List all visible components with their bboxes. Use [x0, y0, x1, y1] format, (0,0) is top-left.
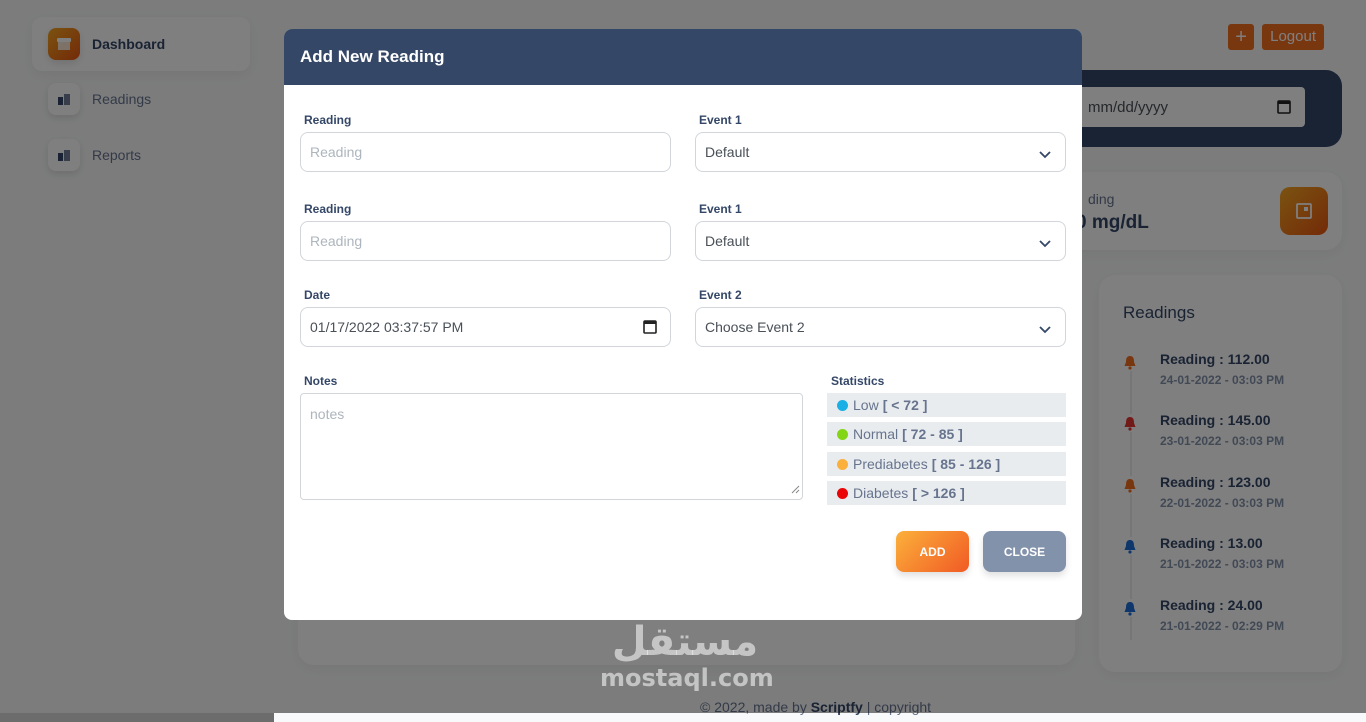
watermark-arabic: مستقل [611, 619, 759, 665]
status-dot-icon [837, 487, 848, 499]
stat-range: [ 85 - 126 ] [931, 456, 1001, 472]
status-dot-icon [837, 458, 848, 470]
stat-range: [ 72 - 85 ] [902, 426, 963, 442]
status-dot-icon [837, 399, 848, 411]
calendar-icon[interactable] [643, 319, 657, 337]
event1-value: Default [705, 233, 750, 249]
reading-placeholder: Reading [310, 144, 363, 160]
date-time-input[interactable]: 01/17/2022 03:37:57 PM [300, 307, 671, 347]
stat-row-low: Low [ < 72 ] [827, 393, 1066, 417]
reading-input-2[interactable]: Reading [300, 221, 671, 261]
stat-name: Normal [853, 426, 899, 442]
stat-range: [ > 126 ] [912, 485, 965, 501]
add-reading-modal: Add New Reading Reading Reading Event 1 … [284, 29, 1082, 620]
event1-select-2[interactable]: Default [695, 221, 1066, 261]
event1-select[interactable]: Default [695, 132, 1066, 172]
reading-label: Reading [304, 202, 352, 216]
close-button[interactable]: CLOSE [983, 531, 1066, 572]
resize-grip-icon[interactable] [791, 481, 800, 497]
event1-value: Default [705, 144, 750, 160]
event2-select[interactable]: Choose Event 2 [695, 307, 1066, 347]
notes-textarea[interactable]: notes [300, 393, 803, 500]
chevron-down-icon [1039, 235, 1051, 251]
date-time-value: 01/17/2022 03:37:57 PM [310, 319, 464, 335]
stat-name: Diabetes [853, 485, 909, 501]
modal-title: Add New Reading [284, 29, 1082, 85]
add-button[interactable]: ADD [896, 531, 969, 572]
stat-name: Prediabetes [853, 456, 928, 472]
event2-label: Event 2 [699, 288, 742, 302]
bottom-strip [0, 713, 274, 722]
stat-row-prediabetes: Prediabetes [ 85 - 126 ] [827, 452, 1066, 476]
chevron-down-icon [1039, 321, 1051, 337]
event2-value: Choose Event 2 [705, 319, 805, 335]
watermark-latin: mostaql.com [600, 664, 774, 692]
chevron-down-icon [1039, 146, 1051, 162]
event1-label: Event 1 [699, 202, 742, 216]
date-label: Date [304, 288, 331, 302]
watermark: مستقل mostaql.com [600, 619, 774, 692]
stat-row-diabetes: Diabetes [ > 126 ] [827, 481, 1066, 505]
reading-input[interactable]: Reading [300, 132, 671, 172]
reading-placeholder: Reading [310, 233, 363, 249]
stat-name: Low [853, 397, 879, 413]
reading-label: Reading [304, 113, 352, 127]
status-dot-icon [837, 428, 848, 440]
stat-range: [ < 72 ] [882, 397, 928, 413]
notes-label: Notes [304, 374, 338, 388]
stat-row-normal: Normal [ 72 - 85 ] [827, 422, 1066, 446]
statistics-label: Statistics [831, 374, 885, 388]
event1-label: Event 1 [699, 113, 742, 127]
notes-placeholder: notes [310, 406, 345, 422]
